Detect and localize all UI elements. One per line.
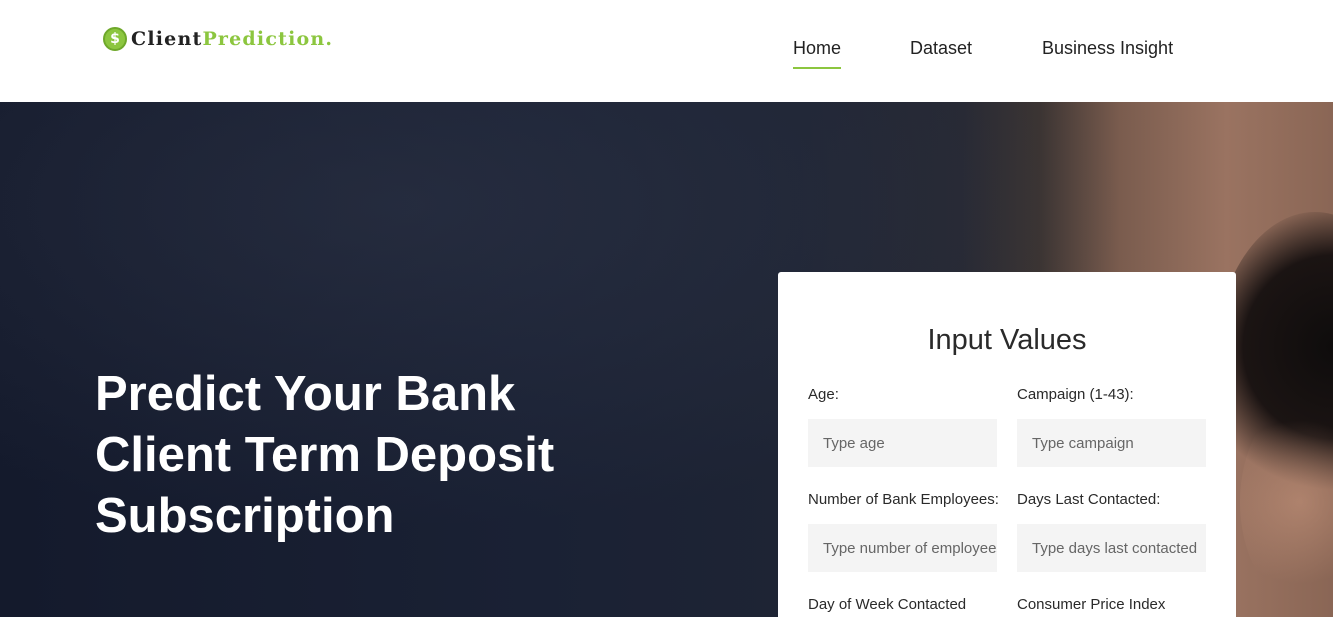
days-contacted-label: Days Last Contacted: xyxy=(1017,491,1161,508)
employees-input[interactable] xyxy=(808,524,997,572)
day-of-week-label: Day of Week Contacted xyxy=(808,596,967,613)
hero-title-line-1: Predict Your Bank xyxy=(95,367,516,421)
campaign-input[interactable] xyxy=(1017,419,1206,467)
main-nav: Home Dataset Business Insight xyxy=(0,38,1333,78)
employees-label: Number of Bank Employees: xyxy=(808,491,999,508)
age-input[interactable] xyxy=(808,419,997,467)
campaign-label: Campaign (1-43): xyxy=(1017,386,1134,403)
form-title: Input Values xyxy=(927,324,1087,356)
age-label: Age: xyxy=(808,386,839,403)
cpi-label: Consumer Price Index xyxy=(1017,596,1166,613)
hero-title-line-2: Client Term Deposit xyxy=(95,428,555,482)
nav-dataset[interactable]: Dataset xyxy=(910,38,972,59)
nav-business-insight[interactable]: Business Insight xyxy=(1042,38,1173,59)
input-form-card: Input Values Age: Campaign (1-43): Numbe… xyxy=(778,272,1236,617)
hero-title: Predict Your Bank Client Term Deposit Su… xyxy=(95,364,615,547)
hero-title-line-3: Subscription xyxy=(95,489,395,543)
days-contacted-input[interactable] xyxy=(1017,524,1206,572)
nav-home[interactable]: Home xyxy=(793,38,842,69)
site-header: $ ClientPrediction. Home Dataset Busines… xyxy=(0,0,1333,102)
hero-section: Predict Your Bank Client Term Deposit Su… xyxy=(0,102,1333,617)
